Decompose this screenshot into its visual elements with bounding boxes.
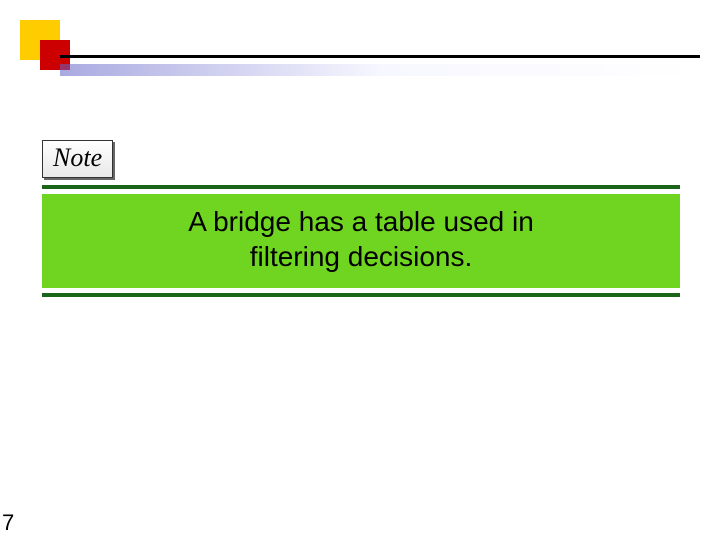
- header-rule: [60, 55, 700, 58]
- header-decor: [20, 20, 720, 80]
- banner-rule-bot: [42, 293, 680, 297]
- banner-body: A bridge has a table used in filtering d…: [42, 193, 680, 289]
- banner-line-2: filtering decisions.: [250, 241, 473, 272]
- note-banner: A bridge has a table used in filtering d…: [42, 185, 680, 297]
- banner-line-1: A bridge has a table used in: [188, 206, 534, 237]
- header-gradient: [60, 64, 700, 76]
- page-number: 7: [2, 510, 14, 536]
- note-chip: Note: [42, 140, 113, 178]
